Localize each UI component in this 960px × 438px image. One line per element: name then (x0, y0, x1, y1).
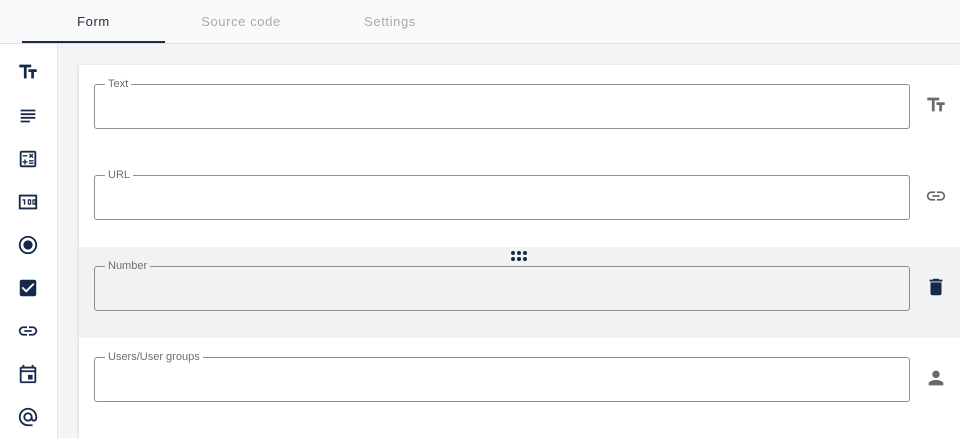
tab-settings[interactable]: Settings (317, 0, 463, 43)
sidebar-item-email[interactable] (14, 403, 42, 431)
sidebar-item-number[interactable] (14, 188, 42, 216)
form-row-users[interactable]: Users/User groups (79, 338, 960, 429)
link-icon (926, 191, 946, 201)
link-icon (18, 326, 38, 336)
field-palette-sidebar (0, 44, 58, 438)
subject-icon (20, 109, 36, 123)
text-field[interactable]: Text (94, 79, 910, 129)
url-field-label: URL (108, 169, 131, 181)
form-row-text[interactable]: Text (79, 65, 960, 156)
text-fields-icon (19, 64, 37, 79)
calendar-icon (19, 364, 37, 384)
delete-field-button[interactable] (922, 273, 950, 301)
active-tab-indicator (22, 41, 165, 43)
sidebar-item-date[interactable] (14, 360, 42, 388)
url-field[interactable]: URL (94, 170, 910, 220)
form-card: Text URL Number Users/User groups (79, 65, 960, 438)
tab-form[interactable]: Form (22, 0, 165, 43)
text-field-type-indicator (922, 91, 950, 119)
sidebar-item-url[interactable] (14, 317, 42, 345)
number-icon (18, 194, 38, 210)
radio-button-icon (18, 235, 38, 255)
sidebar-item-text[interactable] (14, 58, 42, 86)
users-field[interactable]: Users/User groups (94, 352, 910, 402)
sidebar-item-radio[interactable] (14, 231, 42, 259)
form-row-url[interactable]: URL (79, 156, 960, 247)
at-sign-icon (18, 407, 38, 427)
sidebar-item-calculation[interactable] (14, 145, 42, 173)
number-field-label: Number (108, 260, 148, 272)
form-canvas: Text URL Number Users/User groups (58, 44, 960, 438)
person-icon (928, 370, 944, 386)
sidebar-item-checkbox[interactable] (14, 274, 42, 302)
delete-icon (929, 278, 943, 296)
sidebar-item-textarea[interactable] (14, 102, 42, 130)
number-field[interactable]: Number (94, 261, 910, 311)
users-field-type-indicator (922, 364, 950, 392)
text-fields-icon (927, 97, 945, 112)
text-field-label: Text (108, 78, 129, 90)
form-row-number[interactable]: Number (79, 247, 960, 338)
users-field-label: Users/User groups (108, 351, 200, 363)
checkbox-icon (19, 279, 37, 297)
calculate-icon (19, 150, 37, 168)
url-field-type-indicator (922, 182, 950, 210)
tab-source-code[interactable]: Source code (165, 0, 317, 43)
tab-bar: Form Source code Settings (0, 0, 960, 44)
